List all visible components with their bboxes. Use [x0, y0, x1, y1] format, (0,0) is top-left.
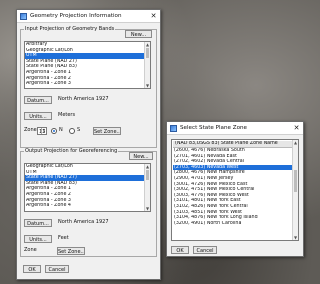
- input-units-button[interactable]: Units...: [24, 112, 52, 120]
- output-zone-label: Zone: [24, 247, 37, 253]
- output-units-button[interactable]: Units...: [24, 235, 52, 243]
- zone-ok-button[interactable]: OK: [171, 246, 189, 254]
- scroll-down-icon[interactable]: ▼: [145, 206, 150, 211]
- zone-stepper[interactable]: 13 ▴ ▾: [37, 127, 47, 135]
- input-datum-value: North America 1927: [58, 96, 109, 102]
- main-titlebar: Geometry Projection Information ✕: [17, 10, 160, 23]
- main-window-title: Geometry Projection Information: [30, 13, 122, 19]
- zone-window-title: Select State Plane Zone: [180, 125, 247, 131]
- scroll-down-icon[interactable]: ▼: [293, 235, 298, 240]
- geometry-projection-window: Geometry Projection Information ✕ Input …: [16, 9, 161, 280]
- zone-titlebar: Select State Plane Zone ✕: [167, 122, 303, 135]
- close-icon[interactable]: ✕: [290, 122, 303, 134]
- scroll-thumb[interactable]: [294, 170, 297, 192]
- select-state-plane-zone-window: Select State Plane Zone ✕ (NAD 83,USGS 8…: [166, 121, 304, 257]
- main-ok-button[interactable]: OK: [23, 265, 41, 273]
- south-label: S: [77, 127, 81, 133]
- stepper-arrows-icon[interactable]: ▴ ▾: [41, 128, 46, 134]
- list-item[interactable]: Argentina - Zone 4: [25, 203, 150, 209]
- output-datum-value: North America 1927: [58, 219, 109, 225]
- input-new-button[interactable]: New...: [125, 30, 152, 38]
- input-group-title: Input Projection of Geometry Bands: [24, 26, 116, 32]
- zone-label: Zone: [24, 127, 37, 133]
- input-set-zone-button[interactable]: Set Zone...: [93, 127, 121, 135]
- north-label: N: [59, 127, 63, 133]
- output-list-scrollbar[interactable]: ▲ ▼: [144, 164, 150, 211]
- north-radio[interactable]: [51, 128, 57, 134]
- zone-cancel-button[interactable]: Cancel: [193, 246, 217, 254]
- scroll-thumb[interactable]: [146, 170, 149, 180]
- state-plane-zone-list[interactable]: (NAD 83,USGS 83) State Plane Zone Name (…: [171, 139, 299, 241]
- scroll-up-icon[interactable]: ▲: [145, 164, 150, 169]
- output-new-button[interactable]: New...: [129, 152, 153, 160]
- south-radio[interactable]: [69, 128, 75, 134]
- zone-list-scrollbar[interactable]: ▲ ▼: [292, 140, 298, 240]
- close-icon[interactable]: ✕: [147, 10, 160, 22]
- scroll-thumb[interactable]: [146, 48, 149, 58]
- input-datum-button[interactable]: Datum...: [24, 96, 52, 104]
- zone-list-header: (NAD 83,USGS 83) State Plane Zone Name: [173, 141, 297, 148]
- main-cancel-button[interactable]: Cancel: [45, 265, 69, 273]
- list-item[interactable]: Argentina - Zone 3: [25, 81, 150, 87]
- output-group-title: Output Projection for Georeferencing: [24, 148, 119, 154]
- output-units-value: Feet: [58, 235, 69, 241]
- output-projection-group: Output Projection for Georeferencing New…: [20, 148, 157, 257]
- input-list-scrollbar[interactable]: ▲ ▼: [144, 42, 150, 88]
- input-projection-group: Input Projection of Geometry Bands New..…: [20, 26, 157, 148]
- output-projection-list[interactable]: Geographic Lat/Lon UTM State Plane (NAD 27…: [24, 163, 151, 212]
- output-datum-button[interactable]: Datum...: [24, 219, 52, 227]
- app-icon: [170, 124, 177, 132]
- output-set-zone-button[interactable]: Set Zone...: [57, 247, 85, 255]
- list-item[interactable]: (3200, 4901) North Carolina: [173, 221, 292, 227]
- input-projection-list[interactable]: Arbitrary Geographic Lat/Lon UTM State Plan…: [24, 41, 151, 89]
- input-units-value: Meters: [58, 112, 76, 118]
- scroll-down-icon[interactable]: ▼: [145, 83, 150, 88]
- scroll-up-icon[interactable]: ▲: [145, 42, 150, 47]
- app-icon: [20, 12, 27, 20]
- scroll-up-icon[interactable]: ▲: [293, 140, 298, 145]
